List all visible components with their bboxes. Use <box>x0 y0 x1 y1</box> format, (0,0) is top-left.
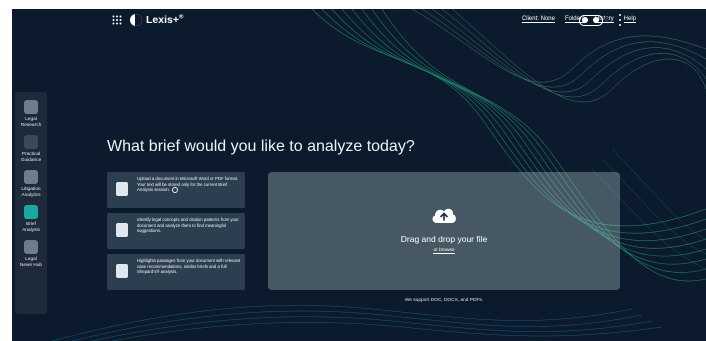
lexis-logo[interactable]: Lexis+® <box>130 13 183 27</box>
document-icon <box>116 182 128 196</box>
page-title: What brief would you like to analyze tod… <box>107 138 415 155</box>
brief-analysis-icon <box>24 205 38 219</box>
sidebar-item-label: Practical Guidance <box>20 152 42 163</box>
file-dropzone[interactable]: Drag and drop your file or browse <box>268 172 620 290</box>
supported-formats-note: We support DOC, DOCX, and PDFs. <box>404 298 484 303</box>
feature-card-identify: Identify legal concepts and citation pat… <box>107 213 245 249</box>
browse-link[interactable]: or browse <box>433 248 455 254</box>
feature-card-upload: Upload a document in Microsoft Word or P… <box>107 172 245 208</box>
more-options-icon[interactable] <box>619 14 622 26</box>
sidebar-item-label: Legal News Hub <box>19 257 43 268</box>
legal-news-hub-icon <box>24 240 38 254</box>
brand-name: Lexis+® <box>146 14 184 26</box>
dark-mode-toggle[interactable] <box>579 15 603 26</box>
practical-guidance-icon <box>24 135 38 149</box>
nav-help[interactable]: Help <box>623 16 636 23</box>
top-bar: Lexis+® Client: None Folders History Hel… <box>12 9 706 35</box>
feature-text: Identify legal concepts and citation pat… <box>137 217 239 234</box>
info-icon[interactable] <box>171 187 178 194</box>
feature-text: Upload a document in Microsoft Word or P… <box>137 176 239 194</box>
sidebar-item-litigation-analytics[interactable]: Litigation Analytics <box>15 170 47 198</box>
sidebar-item-label: Legal Research <box>20 117 42 128</box>
feature-text: Highlights passages from your document w… <box>137 258 241 275</box>
browse-link-wrapper: or browse <box>268 248 620 254</box>
product-sidebar: Legal Research Practical Guidance Litiga… <box>15 92 47 314</box>
app-window: Lexis+® Client: None Folders History Hel… <box>12 9 706 341</box>
notification-icon[interactable] <box>604 17 609 22</box>
legal-research-icon <box>24 100 38 114</box>
sidebar-item-label: Brief Analysis <box>22 222 40 233</box>
sidebar-item-label: Litigation Analytics <box>21 187 41 198</box>
sidebar-item-legal-research[interactable]: Legal Research <box>15 100 47 128</box>
toggle-knob <box>593 17 599 23</box>
nav-client[interactable]: Client: None <box>521 16 555 23</box>
feature-card-highlights: Highlights passages from your document w… <box>107 254 245 290</box>
litigation-analytics-icon <box>24 170 38 184</box>
moon-icon <box>582 17 588 23</box>
apps-grid-icon[interactable] <box>112 15 122 25</box>
sidebar-item-legal-news-hub[interactable]: Legal News Hub <box>15 240 47 268</box>
dropzone-title: Drag and drop your file <box>400 234 488 244</box>
sidebar-item-practical-guidance[interactable]: Practical Guidance <box>15 135 47 163</box>
layers-icon <box>116 223 128 237</box>
sidebar-item-brief-analysis[interactable]: Brief Analysis <box>15 205 47 233</box>
checked-document-icon <box>116 264 128 278</box>
cloud-upload-icon <box>432 208 456 223</box>
lexis-logo-mark-icon <box>130 14 142 26</box>
